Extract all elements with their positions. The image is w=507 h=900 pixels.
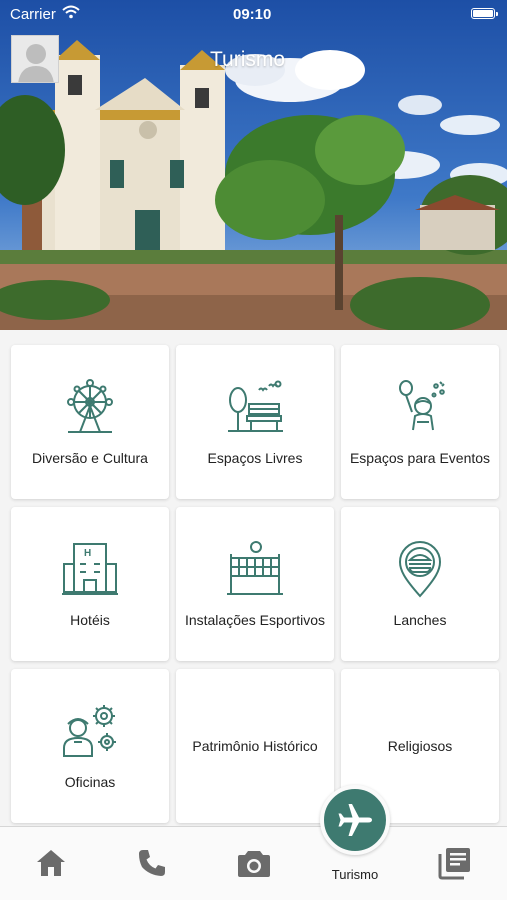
category-card-patrimonio-historico[interactable]: Patrimônio Histórico: [176, 669, 334, 823]
category-label: Diversão e Cultura: [32, 449, 148, 466]
category-card-oficinas[interactable]: Oficinas: [11, 669, 169, 823]
avatar[interactable]: [11, 35, 59, 83]
airplane-icon: [338, 804, 372, 836]
category-card-espacos-livres[interactable]: Espaços Livres: [176, 345, 334, 499]
park-bench-icon: [228, 380, 283, 432]
volleyball-net-icon: [227, 540, 283, 595]
category-label: Oficinas: [64, 773, 116, 790]
battery-icon: [471, 8, 498, 19]
category-card-diversao-cultura[interactable]: Diversão e Cultura: [11, 345, 169, 499]
category-card-instalacoes-esportivos[interactable]: Instalações Esportivos: [176, 507, 334, 661]
category-label: Instalações Esportivos: [184, 611, 326, 628]
category-label: Religiosos: [387, 737, 453, 754]
phone-icon: [139, 850, 165, 876]
category-label: Espaços Livres: [207, 449, 303, 466]
user-silhouette-icon: [18, 44, 54, 82]
svg-text:H: H: [84, 548, 91, 559]
category-label: Hotéis: [70, 611, 110, 628]
hero-banner: Carrier 09:10 Turismo: [0, 0, 507, 330]
tab-turismo[interactable]: [320, 785, 390, 855]
tab-bar: [0, 826, 507, 900]
burger-location-icon: [398, 540, 442, 598]
tab-camera[interactable]: [236, 845, 272, 881]
tab-phone[interactable]: [134, 845, 170, 881]
category-card-espacos-eventos[interactable]: Espaços para Eventos: [341, 345, 499, 499]
carrier-label: Carrier: [10, 6, 56, 23]
balloon-person-icon: [399, 379, 445, 430]
ferris-wheel-icon: [67, 378, 113, 433]
hotel-building-icon: H: [62, 542, 118, 595]
category-label: Espaços para Eventos: [349, 449, 491, 466]
tab-turismo-label: Turismo: [331, 867, 379, 882]
category-card-hoteis[interactable]: H Hotéis: [11, 507, 169, 661]
home-icon: [37, 850, 65, 876]
tab-home[interactable]: [33, 845, 69, 881]
category-grid: Diversão e Cultura Espaços Livres Espaço…: [11, 345, 499, 823]
tab-news[interactable]: [437, 845, 473, 881]
worker-gears-icon: [63, 704, 116, 757]
category-label: Patrimônio Histórico: [192, 737, 318, 754]
status-bar: Carrier 09:10: [0, 0, 507, 28]
news-icon: [438, 848, 470, 880]
wifi-icon: [62, 5, 80, 23]
category-label: Lanches: [393, 611, 447, 628]
page-title: Turismo: [210, 48, 286, 71]
clock: 09:10: [233, 6, 272, 23]
category-card-lanches[interactable]: Lanches: [341, 507, 499, 661]
camera-icon: [238, 851, 270, 877]
